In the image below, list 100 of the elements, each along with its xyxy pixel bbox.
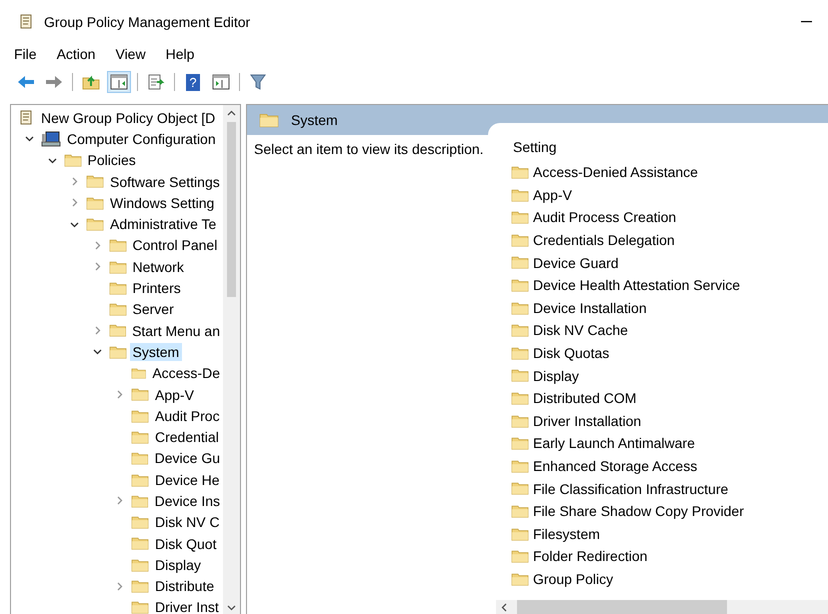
folder-icon: [86, 196, 104, 210]
scroll-up-icon[interactable]: [227, 109, 236, 118]
setting-item[interactable]: Display: [533, 368, 579, 384]
computer-icon: [41, 130, 61, 148]
setting-item[interactable]: Device Installation: [533, 300, 647, 316]
help-icon: ?: [186, 74, 200, 90]
folder-icon: [131, 515, 149, 530]
folder-icon: [511, 526, 529, 541]
folder-icon: [511, 188, 529, 202]
expand-chevron-icon[interactable]: [115, 390, 124, 399]
column-header[interactable]: Setting: [496, 135, 557, 161]
expand-chevron-icon[interactable]: [70, 198, 79, 208]
export-list-icon: [147, 74, 165, 90]
tree-item[interactable]: Start Menu an: [129, 322, 223, 340]
collapse-chevron-icon[interactable]: [92, 347, 102, 356]
minimize-icon[interactable]: [801, 21, 812, 23]
folder-icon: [259, 112, 279, 128]
filter-icon: [250, 74, 266, 90]
scrollbar-thumb[interactable]: [227, 122, 236, 297]
tree-item[interactable]: Access-De: [149, 364, 223, 382]
scroll-icon: [18, 13, 34, 31]
folder-icon: [131, 558, 149, 572]
tree-item[interactable]: Software Settings: [107, 172, 223, 191]
tree-item[interactable]: Disk Quot: [152, 534, 220, 553]
expand-chevron-icon[interactable]: [115, 582, 124, 591]
setting-item[interactable]: App-V: [533, 186, 572, 203]
setting-item[interactable]: Distributed COM: [533, 390, 636, 406]
folder-icon: [108, 302, 126, 317]
tree-item[interactable]: Driver Inst: [152, 598, 222, 614]
tree-item[interactable]: App-V: [152, 386, 197, 404]
tree-item[interactable]: Device Ins: [152, 492, 223, 510]
back-arrow-icon: [17, 75, 35, 89]
menu-item[interactable]: Action: [56, 46, 96, 62]
expand-chevron-icon[interactable]: [115, 496, 124, 506]
tree-item[interactable]: Audit Proc: [152, 406, 223, 425]
horizontal-scrollbar[interactable]: [496, 600, 828, 614]
tree-item[interactable]: Network: [130, 258, 187, 276]
tree-item[interactable]: Display: [152, 556, 204, 574]
setting-item[interactable]: Enhanced Storage Access: [533, 458, 698, 474]
tree-item[interactable]: Device He: [152, 470, 223, 489]
tree-item[interactable]: System: [130, 342, 182, 361]
setting-item[interactable]: Audit Process Creation: [533, 209, 676, 226]
folder-icon: [511, 436, 529, 451]
folder-icon: [131, 536, 149, 551]
setting-item[interactable]: Group Policy: [533, 570, 614, 587]
expand-chevron-icon[interactable]: [92, 262, 102, 272]
folder-icon: [511, 346, 529, 360]
help-button[interactable]: ?: [181, 71, 205, 93]
setting-item[interactable]: Access-Denied Assistance: [533, 164, 698, 180]
folder-icon: [511, 481, 529, 496]
setting-item[interactable]: Credentials Delegation: [533, 232, 675, 248]
forward-arrow-icon: [45, 75, 63, 89]
setting-item[interactable]: File Classification Infrastructure: [533, 480, 728, 497]
collapse-chevron-icon[interactable]: [70, 220, 79, 229]
folder-icon: [86, 174, 104, 189]
menu-item[interactable]: View: [115, 46, 146, 62]
collapse-chevron-icon[interactable]: [25, 134, 34, 144]
folder-icon: [108, 238, 126, 253]
setting-item[interactable]: File Share Shadow Copy Provider: [533, 503, 744, 520]
folder-icon: [131, 408, 149, 423]
setting-item[interactable]: Early Launch Antimalware: [533, 435, 695, 452]
setting-item[interactable]: Device Guard: [533, 254, 619, 271]
expand-chevron-icon[interactable]: [92, 240, 102, 250]
folder-icon: [511, 504, 529, 518]
expand-chevron-icon[interactable]: [92, 326, 102, 336]
menu-item[interactable]: File: [14, 46, 37, 62]
setting-item[interactable]: Folder Redirection: [533, 548, 648, 564]
folder-icon: [131, 387, 149, 402]
tree-item[interactable]: Control Panel: [130, 236, 220, 254]
tree-item[interactable]: New Group Policy Object [D: [38, 108, 218, 127]
tree-item[interactable]: Printers: [130, 279, 184, 298]
setting-item[interactable]: Device Health Attestation Service: [533, 277, 740, 294]
tree-item[interactable]: Device Gu: [152, 449, 223, 468]
tree-item[interactable]: Server: [130, 300, 177, 318]
scrollbar-thumb[interactable]: [517, 600, 727, 614]
tree-item[interactable]: Computer Configuration: [64, 130, 219, 148]
folder-icon: [108, 344, 126, 360]
tree-item[interactable]: Policies: [84, 151, 139, 170]
folder-icon: [131, 600, 149, 614]
folder-icon: [108, 260, 126, 274]
tree-item[interactable]: Distribute: [152, 577, 218, 596]
tree-item[interactable]: Administrative Te: [107, 215, 220, 234]
folder-icon: [511, 323, 529, 338]
setting-item[interactable]: Driver Installation: [533, 412, 642, 429]
folder-icon: [511, 300, 529, 316]
tree-toggle-button[interactable]: [107, 71, 131, 93]
menu-item[interactable]: Help: [166, 46, 194, 62]
tree-item[interactable]: Credential: [152, 428, 222, 446]
setting-item[interactable]: Filesystem: [533, 526, 600, 542]
expand-chevron-icon[interactable]: [70, 177, 79, 186]
folder-up-icon: [82, 74, 100, 90]
scroll-left-icon[interactable]: [500, 602, 509, 612]
scroll-down-icon[interactable]: [227, 603, 236, 612]
vertical-scrollbar[interactable]: [223, 105, 240, 614]
tree-item[interactable]: Windows Setting: [107, 194, 218, 212]
setting-item[interactable]: Disk Quotas: [533, 345, 610, 362]
setting-item[interactable]: Disk NV Cache: [533, 322, 628, 338]
folder-icon: [511, 549, 529, 564]
tree-item[interactable]: Disk NV C: [152, 513, 223, 532]
collapse-chevron-icon[interactable]: [48, 156, 56, 165]
